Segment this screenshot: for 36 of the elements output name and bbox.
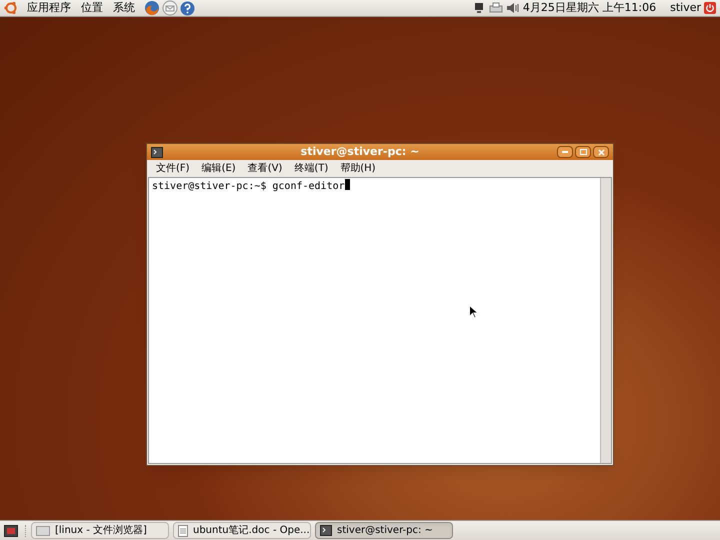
window-icon: [151, 146, 163, 158]
menu-item[interactable]: 查看(V): [242, 161, 288, 176]
taskbar-button[interactable]: [linux - 文件浏览器]: [31, 522, 169, 539]
window-title: stiver@stiver-pc: ~: [300, 144, 420, 160]
power-icon[interactable]: [704, 2, 716, 14]
panel-menu[interactable]: 系统: [113, 0, 135, 16]
panel-menu[interactable]: 应用程序: [27, 0, 71, 16]
user-name[interactable]: stiver: [670, 0, 701, 16]
minimize-button[interactable]: [557, 146, 573, 158]
menu-item[interactable]: 文件(F): [150, 161, 196, 176]
taskbar-button[interactable]: stiver@stiver-pc: ~: [315, 522, 453, 539]
maximize-button[interactable]: [575, 146, 591, 158]
panel-menu[interactable]: 位置: [81, 0, 103, 16]
menu-item[interactable]: 帮助(H): [334, 161, 382, 176]
document-icon: [178, 524, 188, 536]
menu-item[interactable]: 编辑(E): [196, 161, 242, 176]
printer-icon[interactable]: [488, 2, 503, 14]
command-text: gconf-editor: [272, 180, 345, 194]
help-icon[interactable]: [180, 0, 195, 16]
folder-icon: [36, 525, 50, 536]
close-icon: [598, 148, 604, 156]
volume-icon[interactable]: [506, 2, 520, 14]
maximize-icon: [580, 149, 586, 155]
terminal-icon: [320, 525, 332, 536]
logo-icon[interactable]: [4, 1, 18, 15]
menu-item[interactable]: 终端(T): [288, 161, 334, 176]
mouse-pointer-icon: [469, 305, 478, 319]
scrollbar[interactable]: [600, 178, 611, 463]
browser-icon[interactable]: [144, 0, 160, 16]
minimize-icon: [562, 151, 568, 153]
taskbar-button[interactable]: ubuntu笔记.doc - Ope...: [173, 522, 311, 539]
close-button[interactable]: [593, 146, 609, 158]
text-cursor: [344, 179, 350, 190]
clock[interactable]: 4月25日星期六 上午11:06: [522, 0, 656, 16]
prompt: stiver@stiver-pc:~$: [152, 180, 266, 194]
show-desktop-icon[interactable]: [4, 524, 18, 536]
